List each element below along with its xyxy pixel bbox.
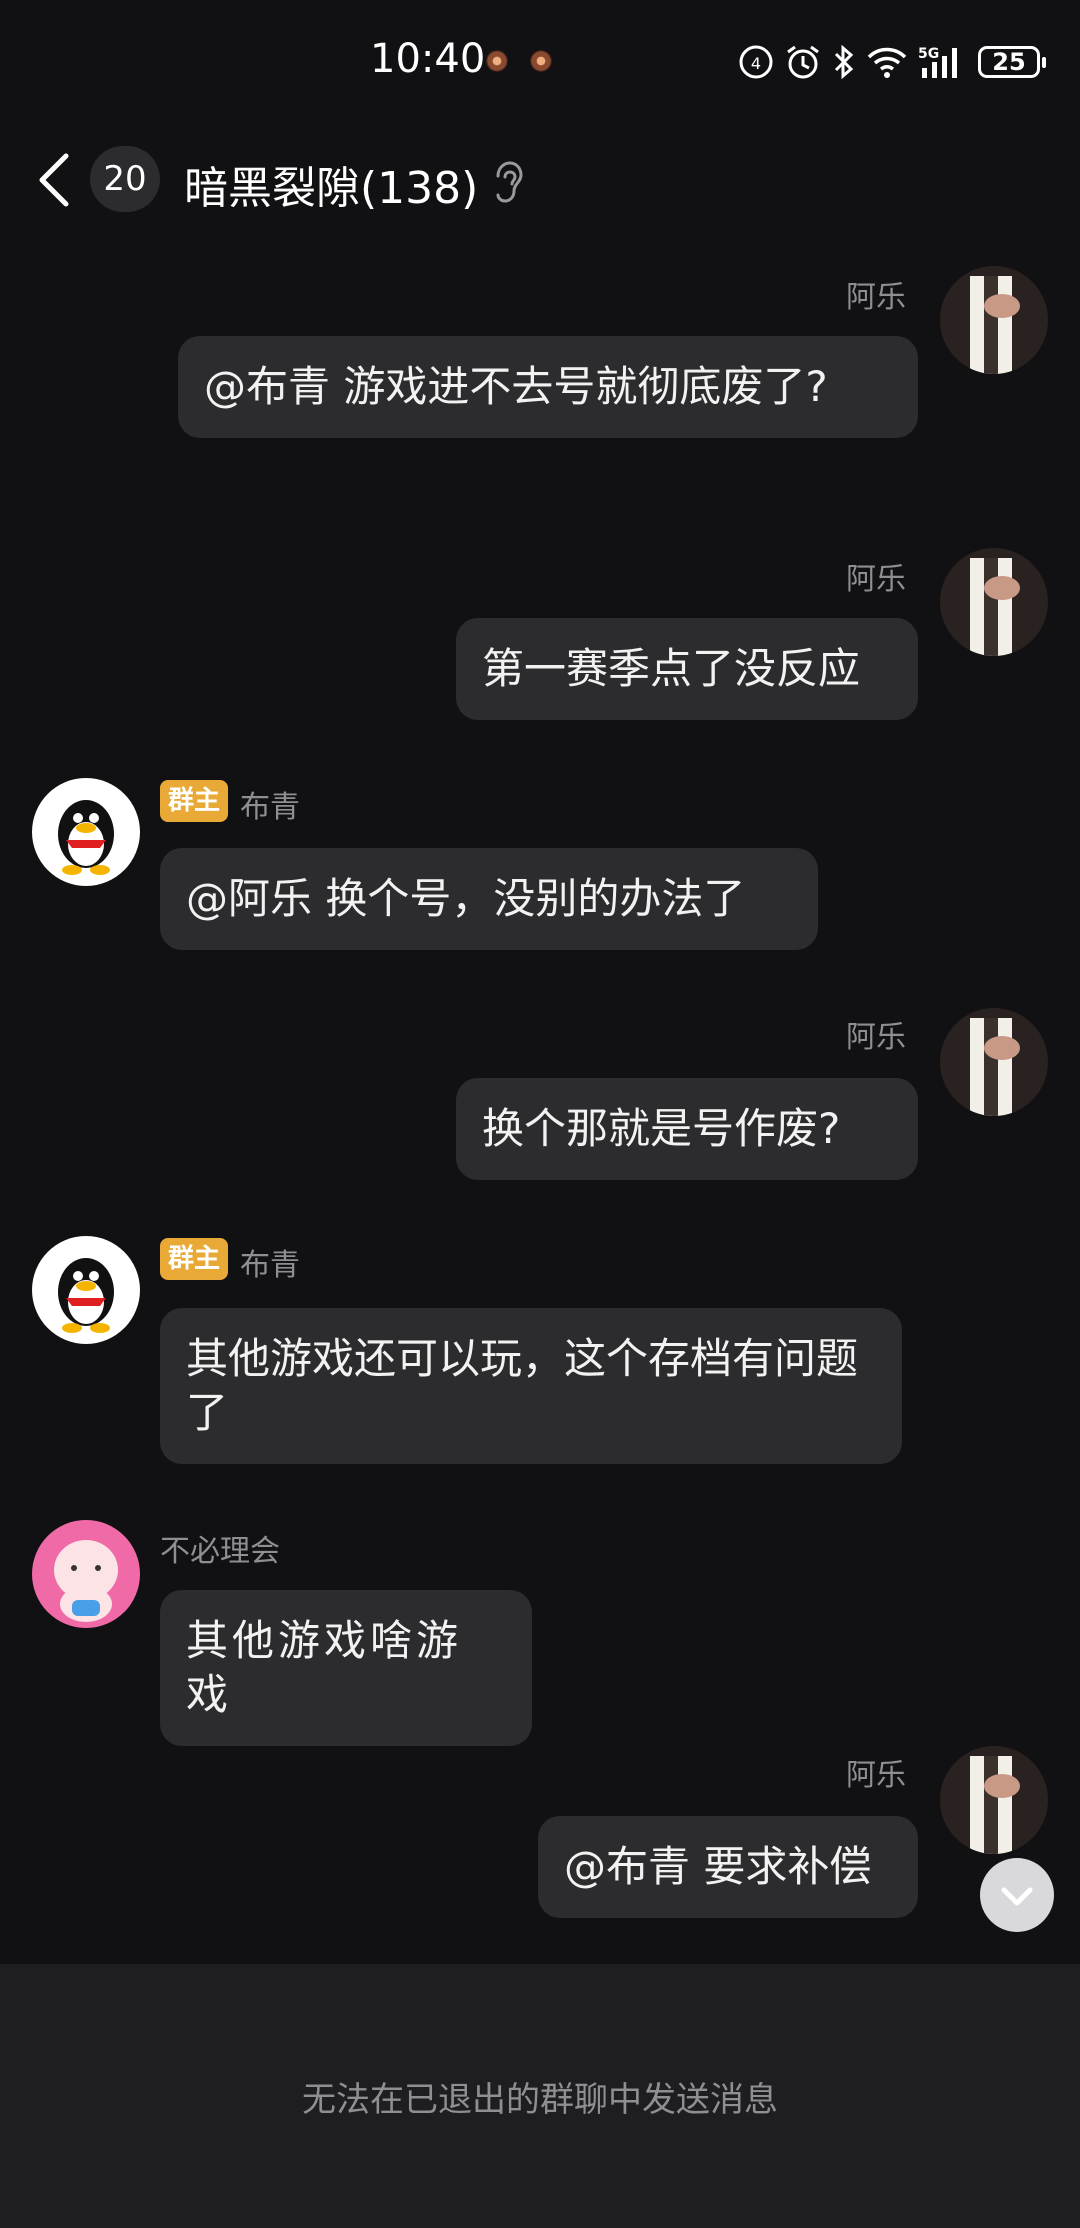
chevron-down-icon [1001,1887,1033,1906]
disabled-notice: 无法在已退出的群聊中发送消息 [302,2080,778,2120]
input-disabled-footer: 无法在已退出的群聊中发送消息 [0,1964,1080,2228]
avatar[interactable] [940,266,1048,374]
system-icons: 4 5G 25 [738,40,1046,84]
message-bubble[interactable]: @布青 游戏进不去号就彻底废了? [178,336,918,438]
sender-name: 布青 [240,1248,300,1283]
group-owner-badge: 群主 [160,1238,228,1280]
sender-name: 阿乐 [846,562,906,597]
message-bubble[interactable]: 换个那就是号作废? [456,1078,918,1180]
ear-mode-icon[interactable] [490,160,524,204]
scroll-to-bottom-button[interactable] [980,1858,1054,1932]
hd-call-icon: 4 [739,45,773,79]
notification-app-icon [486,50,508,72]
sender-name: 阿乐 [846,280,906,315]
wifi-icon [867,47,907,78]
message-bubble[interactable]: 其他游戏啥游戏 [160,1590,532,1746]
avatar[interactable] [32,778,140,886]
unread-count-badge[interactable]: 20 [90,146,160,212]
message-bubble[interactable]: 其他游戏还可以玩，这个存档有问题了 [160,1308,902,1464]
avatar[interactable] [940,548,1048,656]
message-bubble[interactable]: @阿乐 换个号，没别的办法了 [160,848,818,950]
sender-name: 阿乐 [846,1020,906,1055]
avatar[interactable] [940,1746,1048,1854]
sender-name: 布青 [240,790,300,825]
group-title[interactable]: 暗黑裂隙(138) [184,152,478,216]
avatar[interactable] [32,1520,140,1628]
svg-text:4: 4 [751,54,761,73]
notification-app-icon [530,50,552,72]
back-arrow-icon[interactable] [36,152,76,208]
sender-name: 阿乐 [846,1758,906,1793]
message-bubble[interactable]: @布青 要求补偿 [538,1816,918,1918]
message-bubble[interactable]: 第一赛季点了没反应 [456,618,918,720]
bluetooth-icon [834,44,854,80]
alarm-icon [787,45,819,79]
battery-indicator: 25 [978,46,1046,78]
status-bar: 10:40 4 5G 25 [0,0,1080,120]
sender-name: 不必理会 [160,1534,280,1569]
status-time: 10:40 [370,36,486,82]
avatar[interactable] [940,1008,1048,1116]
group-owner-badge: 群主 [160,780,228,822]
svg-text:5G: 5G [918,46,939,62]
signal-5g-icon: 5G [918,46,957,78]
avatar[interactable] [32,1236,140,1344]
chat-header: 20 暗黑裂隙(138) [0,130,1080,230]
